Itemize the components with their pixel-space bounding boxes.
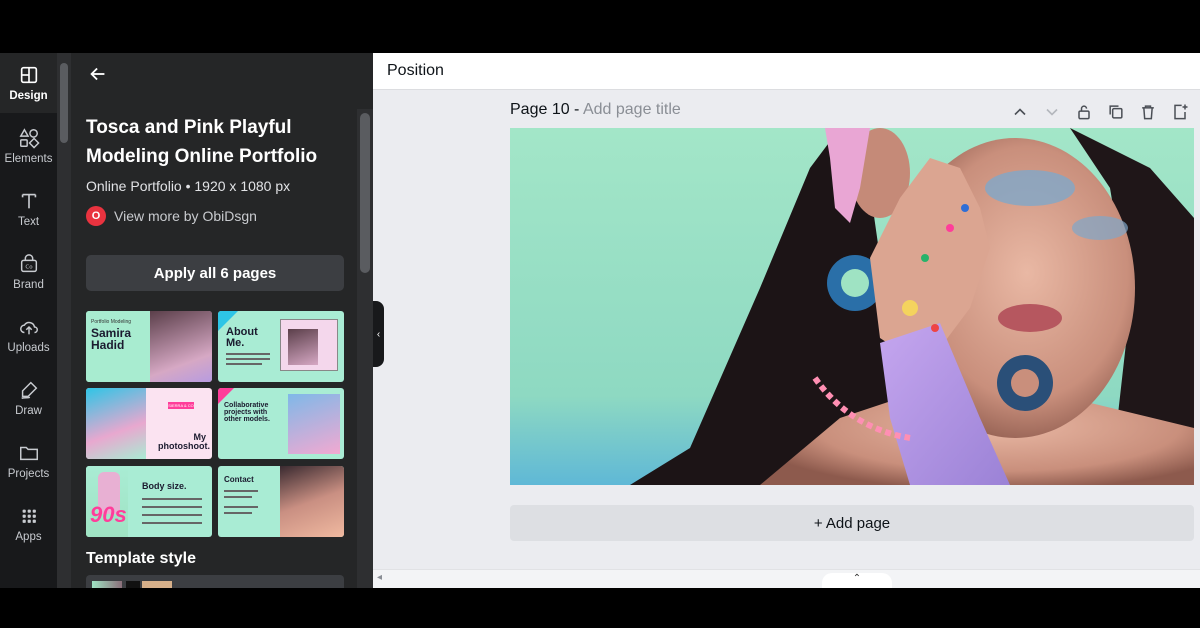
- scroll-left-icon[interactable]: ◂: [377, 572, 382, 583]
- horizontal-scrollbar[interactable]: ◂: [373, 569, 1200, 588]
- template-style-swatches[interactable]: [86, 575, 344, 588]
- rail-item-uploads[interactable]: Uploads: [0, 305, 57, 365]
- template-style-heading: Template style: [86, 550, 196, 567]
- page-title-input[interactable]: Add page title: [583, 101, 681, 118]
- rail-item-label: Elements: [4, 153, 53, 165]
- author-link-text: View more by ObiDsgn: [114, 208, 257, 224]
- folder-icon: [19, 446, 38, 461]
- editor-toolbar: Position: [373, 53, 1200, 90]
- avatar: O: [86, 206, 106, 226]
- add-page-icon[interactable]: [1170, 102, 1190, 122]
- apps-grid-icon: [22, 509, 36, 523]
- left-rail: Design Elements Text Co Brand Uploads Dr…: [0, 53, 57, 588]
- text-icon: [21, 193, 36, 209]
- thumbnail-small-text: Portfolio Modeling: [91, 319, 132, 325]
- rail-item-label: Projects: [7, 468, 50, 480]
- rail-item-apps[interactable]: Apps: [0, 494, 57, 554]
- rail-item-label: Design: [9, 90, 48, 102]
- collapse-panel-button[interactable]: ‹: [373, 301, 384, 367]
- rail-item-draw[interactable]: Draw: [0, 368, 57, 428]
- thumbnail-text: Samira Hadid: [91, 326, 132, 352]
- page-tools: [1010, 102, 1190, 122]
- template-thumbnail-3[interactable]: SIERRA & CO My photoshoot.: [86, 388, 212, 459]
- thumbnail-text: My photoshoot.: [158, 432, 210, 451]
- chevron-up-icon: ⌃: [852, 573, 862, 584]
- rail-item-label: Text: [17, 216, 40, 228]
- add-page-button[interactable]: + Add page: [510, 505, 1194, 541]
- shapes-icon: [18, 128, 40, 149]
- thumbnail-small-text: SIERRA & CO: [168, 402, 194, 409]
- lock-icon[interactable]: [1074, 102, 1094, 122]
- rail-item-elements[interactable]: Elements: [0, 116, 57, 176]
- template-thumbnail-6[interactable]: Contact: [218, 466, 344, 537]
- chevron-left-icon: ‹: [376, 328, 381, 340]
- trash-icon[interactable]: [1138, 102, 1158, 122]
- app-frame: Design Elements Text Co Brand Uploads Dr…: [0, 53, 1200, 588]
- template-thumbnail-5[interactable]: 90s Body size.: [86, 466, 212, 537]
- template-thumbnail-2[interactable]: About Me.: [218, 311, 344, 382]
- portrait-photo: [510, 128, 1194, 485]
- template-panel: Tosca and Pink Playful Modeling Online P…: [57, 53, 373, 588]
- rail-item-label: Brand: [13, 279, 44, 291]
- template-thumbnail-1[interactable]: Portfolio Modeling Samira Hadid: [86, 311, 212, 382]
- svg-text:Co: Co: [25, 265, 33, 271]
- thumbnail-text: About Me.: [226, 326, 258, 349]
- rail-item-text[interactable]: Text: [0, 179, 57, 239]
- thumbnail-text: Collaborative projects with other models…: [224, 402, 270, 423]
- rail-item-design[interactable]: Design: [0, 53, 57, 113]
- thumbnail-text: Body size.: [142, 481, 187, 491]
- rail-item-label: Draw: [15, 405, 42, 417]
- page-header: Page 10 - Add page title: [510, 101, 681, 119]
- template-title: Tosca and Pink Playful Modeling Online P…: [86, 117, 318, 167]
- expand-notes-button[interactable]: ⌃: [822, 573, 892, 588]
- chevron-down-icon[interactable]: [1042, 102, 1062, 122]
- rail-item-brand[interactable]: Co Brand: [0, 242, 57, 302]
- page-label: Page 10 -: [510, 101, 580, 118]
- thumbnail-text: Contact: [224, 475, 254, 484]
- chevron-up-icon[interactable]: [1010, 102, 1030, 122]
- thumbnail-badge: 90s: [90, 502, 127, 527]
- position-button[interactable]: Position: [387, 62, 444, 80]
- rail-item-projects[interactable]: Projects: [0, 431, 57, 491]
- pen-icon: [20, 381, 37, 399]
- layout-icon: [20, 66, 37, 84]
- brand-icon: Co: [20, 254, 37, 273]
- author-link[interactable]: O View more by ObiDsgn: [86, 206, 257, 226]
- template-meta: Online Portfolio • 1920 x 1080 px: [86, 178, 291, 194]
- panel-scrollbar[interactable]: [357, 109, 373, 588]
- rail-item-label: Apps: [15, 531, 42, 543]
- apply-all-pages-button[interactable]: Apply all 6 pages: [86, 255, 344, 291]
- template-thumbnail-4[interactable]: Collaborative projects with other models…: [218, 388, 344, 459]
- rail-scrollbar[interactable]: [57, 53, 71, 588]
- rail-item-label: Uploads: [7, 342, 50, 354]
- design-page-canvas[interactable]: [510, 128, 1194, 485]
- cloud-upload-icon: [19, 321, 38, 335]
- duplicate-icon[interactable]: [1106, 102, 1126, 122]
- back-arrow-icon[interactable]: [87, 63, 109, 85]
